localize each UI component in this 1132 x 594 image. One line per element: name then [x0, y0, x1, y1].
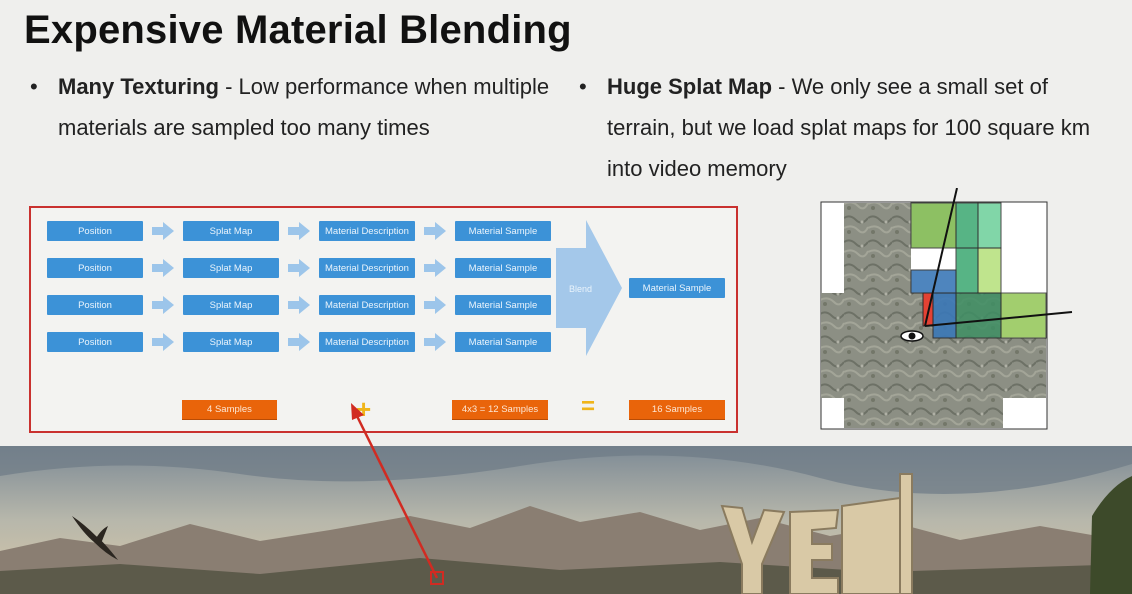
pipeline-box: Position: [47, 221, 143, 241]
pipeline-box: Material Description: [319, 295, 415, 315]
pipeline-box: Position: [47, 332, 143, 352]
eye-icon: [900, 330, 924, 342]
pipeline-box: Splat Map: [183, 295, 279, 315]
plus-sign: +: [356, 394, 372, 424]
pipeline-box: Material Description: [319, 258, 415, 278]
right-arrow-icon: [415, 332, 455, 352]
right-arrow-icon: [279, 258, 319, 278]
pipeline-box: Material Sample: [455, 332, 551, 352]
pipeline-box: Splat Map: [183, 332, 279, 352]
pipeline-box: Material Description: [319, 221, 415, 241]
bullet-heading: Many Texturing: [58, 74, 219, 99]
pipeline-box: Splat Map: [183, 258, 279, 278]
right-arrow-icon: [143, 332, 183, 352]
right-arrow-icon: [279, 332, 319, 352]
pipeline-box: Position: [47, 295, 143, 315]
splat-map-figure: [820, 188, 1073, 430]
blending-pipeline-diagram: Position Splat Map Material Description Mat…: [29, 206, 738, 433]
equals-sign: =: [581, 393, 596, 420]
right-arrow-icon: [415, 295, 455, 315]
right-arrow-icon: [143, 295, 183, 315]
slide-title: Expensive Material Blending: [24, 8, 572, 52]
pipeline-grid: Position Splat Map Material Description Mat…: [47, 221, 551, 352]
output-material-sample-box: Material Sample: [629, 278, 725, 298]
bullet-many-texturing: • Many Texturing - Low performance when …: [30, 66, 578, 148]
right-arrow-icon: [279, 295, 319, 315]
pipeline-box: Splat Map: [183, 221, 279, 241]
four-samples-box: 4 Samples: [182, 400, 277, 419]
right-arrow-icon: [143, 221, 183, 241]
pipeline-box: Position: [47, 258, 143, 278]
bullet-heading: Huge Splat Map: [607, 74, 773, 99]
pipeline-box: Material Sample: [455, 258, 551, 278]
twelve-samples-box: 4x3 = 12 Samples: [452, 400, 548, 419]
pipeline-box: Material Sample: [455, 221, 551, 241]
pipeline-box: Material Description: [319, 332, 415, 352]
right-arrow-icon: [143, 258, 183, 278]
right-arrow-icon: [415, 221, 455, 241]
right-arrow-icon: [415, 258, 455, 278]
right-arrow-icon: [279, 221, 319, 241]
landscape-banner: [0, 446, 1132, 594]
pipeline-box: Material Sample: [455, 295, 551, 315]
sixteen-samples-box: 16 Samples: [629, 400, 725, 419]
blend-label: Blend: [569, 284, 593, 294]
bullet-dot: •: [30, 74, 38, 99]
bullet-huge-splat-map: • Huge Splat Map - We only see a small s…: [579, 66, 1117, 189]
bullet-dot: •: [579, 74, 587, 99]
